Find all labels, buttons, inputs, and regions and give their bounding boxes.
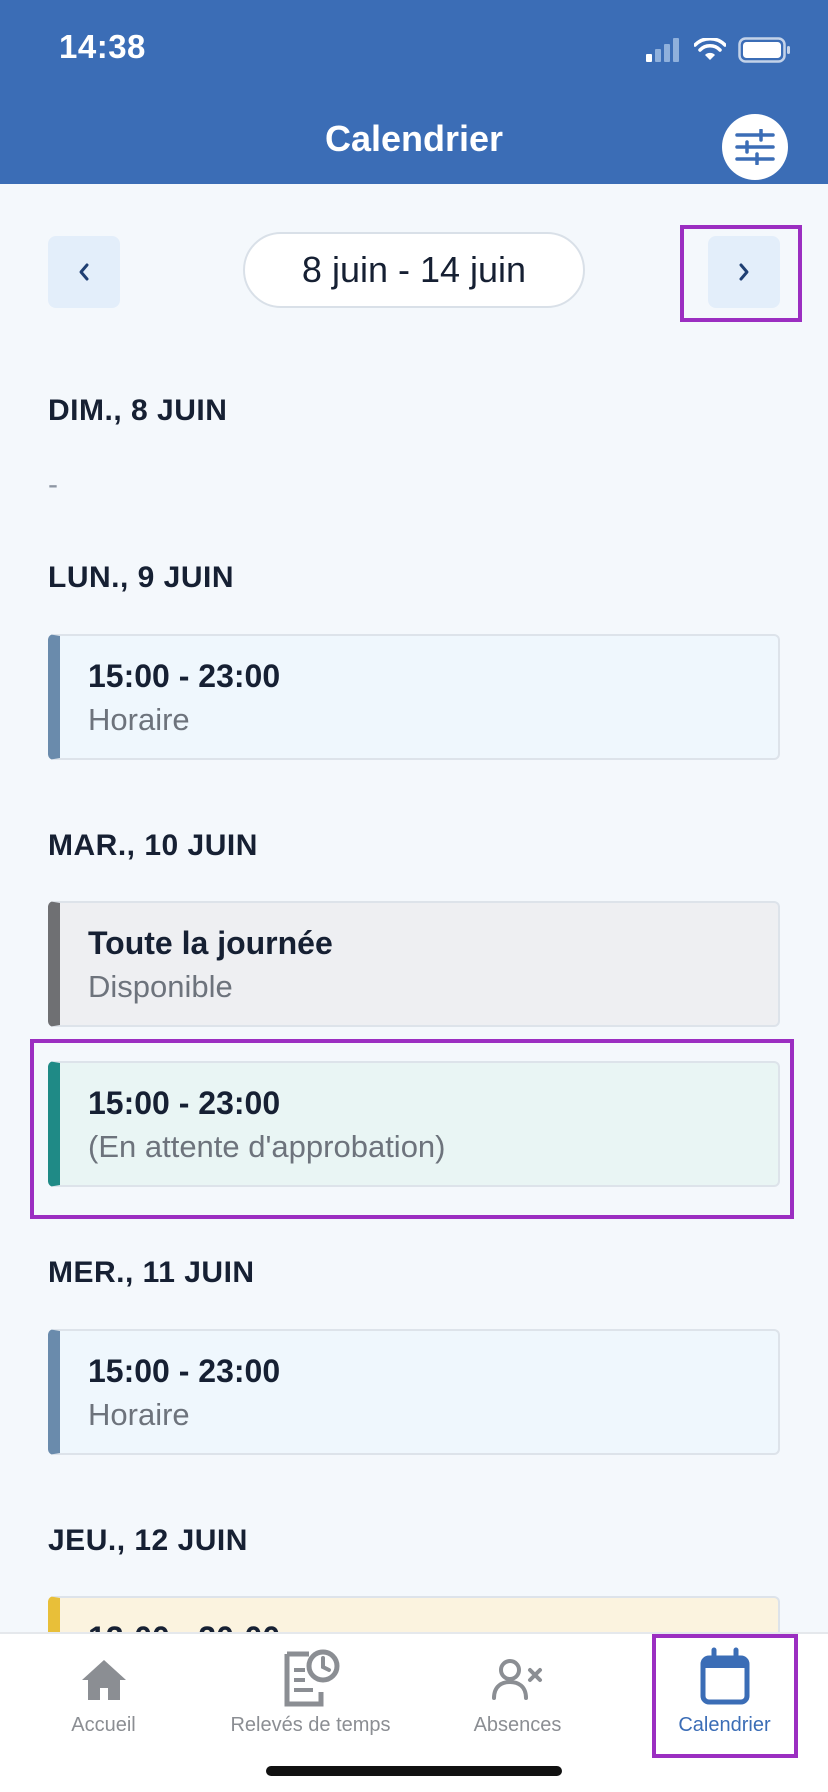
- day-heading-thursday: JEU., 12 JUIN: [48, 1524, 248, 1557]
- app-header: 14:38 Calendrier: [0, 0, 828, 184]
- timesheet-icon: [284, 1649, 339, 1707]
- day-heading-monday: LUN., 9 JUIN: [48, 561, 235, 594]
- event-card-schedule[interactable]: 15:00 - 23:00 Horaire: [48, 1329, 780, 1455]
- event-subtitle: Horaire: [88, 702, 190, 737]
- absences-icon: [491, 1659, 542, 1700]
- previous-week-button[interactable]: [48, 236, 120, 308]
- event-card-schedule[interactable]: 15:00 - 23:00 Horaire: [48, 634, 780, 760]
- event-subtitle: Disponible: [88, 969, 233, 1004]
- day-heading-tuesday: MAR., 10 JUIN: [48, 829, 258, 862]
- cellular-signal-icon: [646, 38, 679, 62]
- home-icon: [81, 1660, 126, 1700]
- day-heading-wednesday: MER., 11 JUIN: [48, 1256, 255, 1289]
- chevron-right-icon: [739, 263, 749, 281]
- event-time: 15:00 - 23:00: [88, 658, 281, 694]
- sliders-icon: [735, 129, 775, 165]
- wifi-icon: [694, 38, 726, 60]
- filter-button[interactable]: [722, 114, 788, 180]
- page-title: Calendrier: [324, 118, 504, 159]
- event-time: 15:00 - 23:00: [88, 1085, 281, 1121]
- chevron-left-icon: [79, 263, 89, 281]
- event-time: 15:00 - 23:00: [88, 1353, 281, 1389]
- no-events-indicator: -: [48, 468, 58, 501]
- home-indicator: [266, 1766, 562, 1776]
- event-subtitle: (En attente d'approbation): [88, 1129, 446, 1164]
- day-heading-sunday: DIM., 8 JUIN: [48, 394, 228, 427]
- next-week-button[interactable]: [708, 236, 780, 308]
- tab-label: Absences: [473, 1714, 562, 1736]
- tab-label: Calendrier: [678, 1714, 771, 1736]
- event-time: Toute la journée: [88, 925, 333, 961]
- tab-timesheets[interactable]: Relevés de temps: [207, 1646, 414, 1756]
- event-card-pending-approval[interactable]: 15:00 - 23:00 (En attente d'approbation): [48, 1061, 780, 1187]
- calendar-icon: [700, 1647, 749, 1705]
- tab-label: Relevés de temps: [230, 1714, 391, 1736]
- tab-absences[interactable]: Absences: [414, 1646, 621, 1756]
- week-range-label[interactable]: 8 juin - 14 juin: [243, 232, 585, 308]
- status-icons: [646, 36, 792, 64]
- tab-label: Accueil: [71, 1714, 136, 1736]
- battery-icon: [738, 37, 790, 63]
- tab-home[interactable]: Accueil: [0, 1646, 207, 1756]
- status-time: 14:38: [59, 28, 146, 65]
- tab-calendar[interactable]: Calendrier: [621, 1646, 828, 1756]
- event-card-availability[interactable]: Toute la journée Disponible: [48, 901, 780, 1027]
- event-subtitle: Horaire: [88, 1397, 190, 1432]
